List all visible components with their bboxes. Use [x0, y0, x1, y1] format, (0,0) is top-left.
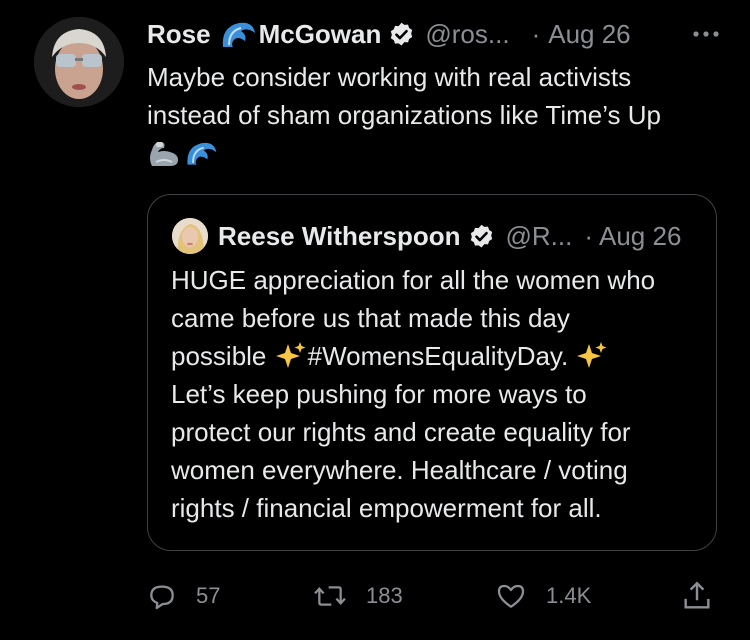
- separator-dot: ·: [531, 18, 541, 49]
- quoted-avatar: [172, 218, 208, 254]
- reply-count: 57: [196, 583, 221, 608]
- hashtag-link[interactable]: #WomensEqualityDay.: [308, 341, 576, 371]
- quoted-author-handle[interactable]: @R...: [505, 221, 572, 252]
- quoted-line: protect our rights and create equality f…: [171, 417, 631, 447]
- water-wave-icon: [184, 138, 218, 173]
- emoji-row: [146, 138, 218, 173]
- tweet-header: Rose McGowan @ros... · Aug 26: [147, 16, 730, 52]
- quoted-line: HUGE appreciation for all the women who: [171, 265, 656, 295]
- tweet-text: Maybe consider working with real activis…: [147, 58, 727, 134]
- tweet-date[interactable]: Aug 26: [548, 19, 630, 50]
- more-options-icon[interactable]: [688, 20, 724, 48]
- author-handle[interactable]: @ros...: [425, 19, 509, 50]
- tweet-line: instead of sham organizations like Time’…: [147, 100, 661, 130]
- retweet-button[interactable]: 183: [312, 576, 403, 616]
- share-icon: [684, 581, 710, 609]
- reply-button[interactable]: 57: [146, 576, 220, 616]
- quoted-tweet-text: HUGE appreciation for all the women who …: [171, 261, 711, 527]
- like-count: 1.4K: [546, 583, 592, 608]
- sparkles-icon: [274, 340, 308, 370]
- water-wave-icon: [219, 19, 257, 49]
- heart-icon: [497, 584, 525, 608]
- tweet-actions: 57 183 1.4K: [146, 576, 726, 616]
- avatar[interactable]: [34, 17, 124, 107]
- author-name[interactable]: Rose McGowan: [147, 19, 381, 50]
- verified-badge-icon: [468, 223, 495, 250]
- like-button[interactable]: 1.4K: [494, 576, 591, 616]
- retweet-count: 183: [366, 583, 403, 608]
- quoted-line: rights / financial empowerment for all.: [171, 493, 602, 523]
- quoted-tweet[interactable]: Reese Witherspoon @R... · Aug 26 HUGE ap…: [147, 194, 717, 551]
- sparkles-icon: [575, 340, 609, 370]
- quoted-line: Let’s keep pushing for more ways to: [171, 379, 587, 409]
- reply-icon: [150, 585, 174, 610]
- quoted-line: women everywhere. Healthcare / voting: [171, 455, 628, 485]
- quoted-line: came before us that made this day: [171, 303, 570, 333]
- share-button[interactable]: [680, 576, 714, 616]
- tweet-line: Maybe consider working with real activis…: [147, 62, 632, 92]
- quoted-tweet-date[interactable]: Aug 26: [599, 221, 681, 252]
- retweet-icon: [314, 586, 346, 606]
- quoted-author-name[interactable]: Reese Witherspoon: [218, 221, 460, 252]
- quoted-tweet-header: Reese Witherspoon @R... · Aug 26: [172, 217, 698, 255]
- quoted-text-fragment: possible: [171, 341, 274, 371]
- separator-dot: ·: [584, 220, 593, 251]
- verified-badge-icon: [388, 21, 415, 48]
- flexed-biceps-icon: [146, 138, 180, 173]
- quoted-line: possible #WomensEqualityDay.: [171, 337, 711, 375]
